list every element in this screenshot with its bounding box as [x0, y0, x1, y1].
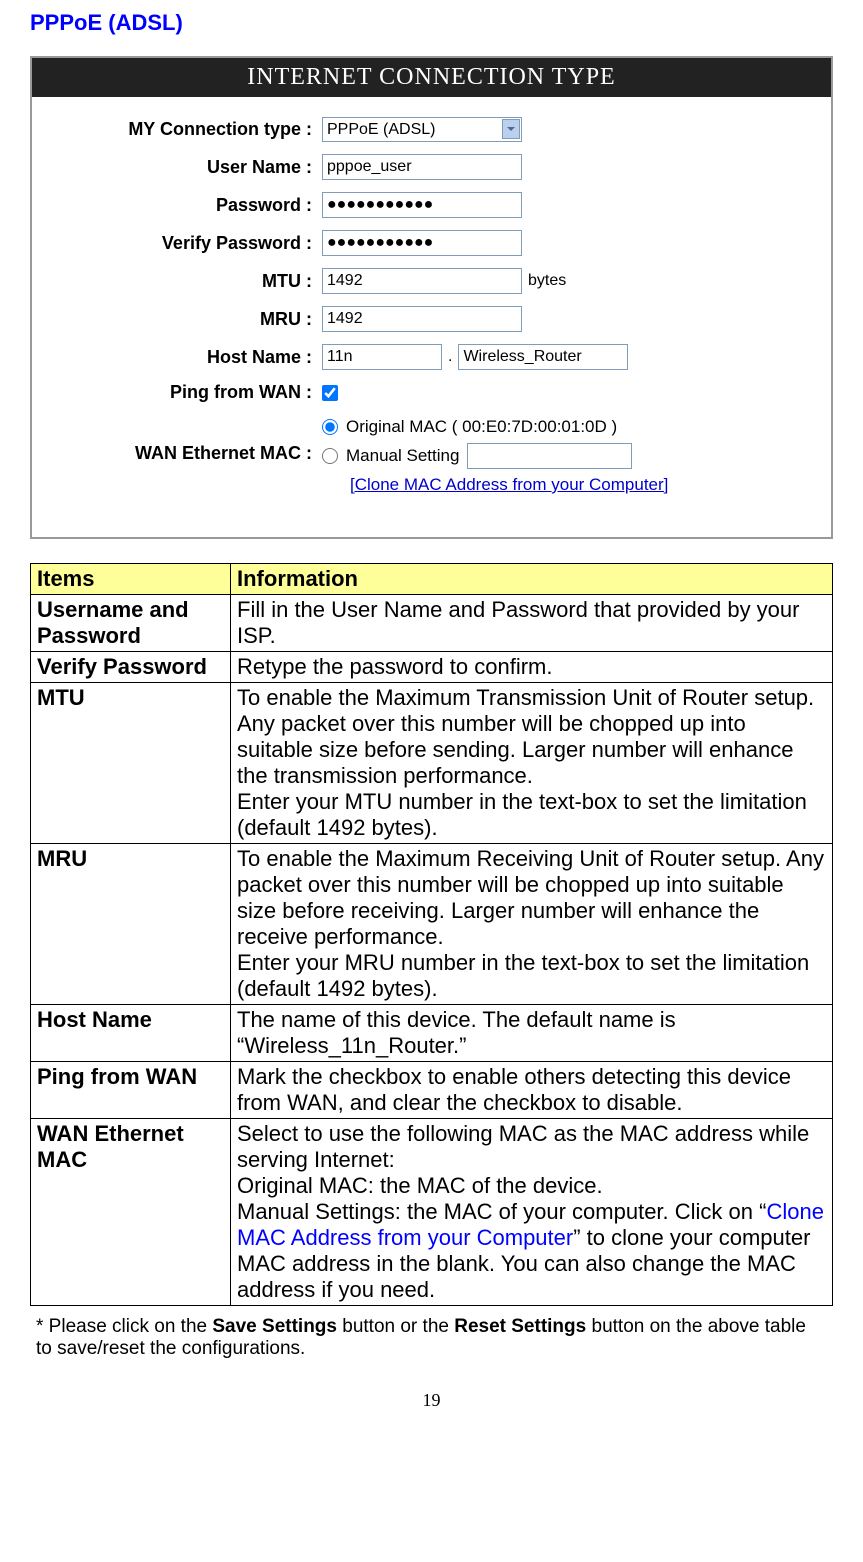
info-table: Items Information Username and Password … [30, 563, 833, 1306]
footnote: * Please click on the Save Settings butt… [30, 1316, 833, 1360]
mru-input[interactable] [322, 306, 522, 332]
table-row: Username and Password Fill in the User N… [31, 595, 833, 652]
mtu-input[interactable] [322, 268, 522, 294]
table-row: MTU To enable the Maximum Transmission U… [31, 683, 833, 844]
col-info: Information [231, 564, 833, 595]
label-password: Password : [52, 195, 322, 216]
hostname-part1-input[interactable] [322, 344, 442, 370]
mtu-unit: bytes [528, 272, 566, 290]
original-mac-label: Original MAC ( 00:E0:7D:00:01:0D ) [346, 417, 617, 437]
table-row: MRU To enable the Maximum Receiving Unit… [31, 844, 833, 1005]
table-row: Host Name The name of this device. The d… [31, 1005, 833, 1062]
manual-mac-input[interactable] [467, 443, 632, 469]
panel-header: INTERNET CONNECTION TYPE [32, 58, 831, 97]
connection-panel: INTERNET CONNECTION TYPE MY Connection t… [30, 56, 833, 539]
label-conn-type: MY Connection type : [52, 119, 322, 140]
hostname-dot: . [448, 348, 452, 366]
label-user-name: User Name : [52, 157, 322, 178]
username-input[interactable] [322, 154, 522, 180]
manual-mac-label: Manual Setting [346, 446, 459, 466]
page-title: PPPoE (ADSL) [30, 10, 833, 36]
verify-password-input[interactable] [322, 230, 522, 256]
ping-from-wan-checkbox[interactable] [322, 385, 338, 401]
clone-mac-link[interactable]: [Clone MAC Address from your Computer] [350, 475, 811, 495]
panel-body: MY Connection type : PPPoE (ADSL) User N… [32, 97, 831, 537]
col-items: Items [31, 564, 231, 595]
table-row: Verify Password Retype the password to c… [31, 652, 833, 683]
original-mac-radio[interactable] [322, 419, 338, 435]
connection-type-select[interactable]: PPPoE (ADSL) [322, 117, 522, 142]
password-input[interactable] [322, 192, 522, 218]
label-mru: MRU : [52, 309, 322, 330]
table-row: WAN Ethernet MAC Select to use the follo… [31, 1119, 833, 1306]
label-mtu: MTU : [52, 271, 322, 292]
manual-mac-radio[interactable] [322, 448, 338, 464]
label-ping-wan: Ping from WAN : [52, 382, 322, 403]
label-verify-password: Verify Password : [52, 233, 322, 254]
label-host-name: Host Name : [52, 347, 322, 368]
page-number: 19 [30, 1390, 833, 1411]
hostname-part2-input[interactable] [458, 344, 628, 370]
label-wan-mac: WAN Ethernet MAC : [52, 417, 322, 464]
table-row: Ping from WAN Mark the checkbox to enabl… [31, 1062, 833, 1119]
